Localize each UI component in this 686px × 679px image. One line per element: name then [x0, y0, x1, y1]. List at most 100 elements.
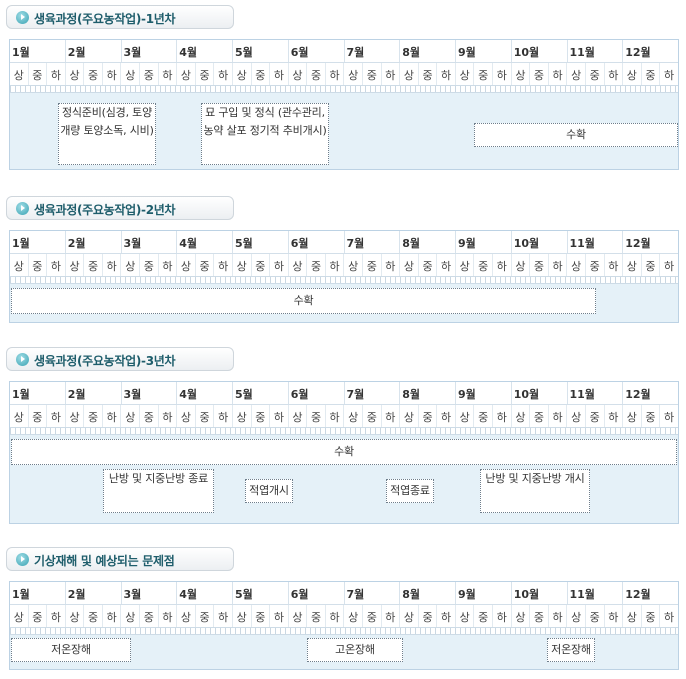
period-cell: 상: [121, 605, 141, 627]
period-cell: 중: [252, 405, 271, 427]
period-cell: 상: [400, 254, 419, 276]
period-cell: 중: [29, 405, 48, 427]
period-cell: 하: [605, 405, 624, 427]
period-cell: 하: [493, 254, 512, 276]
month-header-row: 1월 2월 3월 4월 5월 6월 7월 8월 9월 10월 11월 12월: [10, 382, 678, 405]
period-cell: 하: [47, 605, 66, 627]
period-cell: 상: [177, 405, 196, 427]
period-cell: 중: [252, 63, 271, 85]
month-header: 9월: [456, 40, 512, 62]
period-cell: 중: [252, 254, 271, 276]
period-cell: 상: [400, 63, 419, 85]
month-header: 12월: [625, 388, 651, 401]
month-header: 9월: [456, 231, 512, 253]
month-header: 12월: [625, 237, 651, 250]
section-title: 기상재해 및 예상되는 문제점: [34, 554, 175, 568]
period-cell: 상: [512, 63, 531, 85]
period-cell: 상: [10, 405, 29, 427]
period-cell: 중: [474, 254, 494, 276]
bullet-arrow-icon: [16, 202, 29, 215]
period-cell: 중: [363, 63, 382, 85]
month-header: 8월: [400, 582, 456, 604]
section-title-tab: 생육과정(주요농작업)-1년차: [6, 5, 234, 29]
section-title-tab: 기상재해 및 예상되는 문제점: [6, 547, 234, 571]
period-cell: 중: [530, 254, 549, 276]
period-cell: 상: [512, 405, 531, 427]
period-cell: 중: [140, 254, 159, 276]
period-cell: 중: [586, 63, 605, 85]
month-header: 8월: [400, 231, 456, 253]
period-cell: 중: [84, 63, 103, 85]
period-cell: 상: [289, 605, 308, 627]
period-cell: 하: [663, 411, 675, 424]
period-cell: 상: [66, 254, 85, 276]
month-header: 7월: [345, 40, 401, 62]
period-cell: 상: [623, 605, 642, 627]
period-cell: 중: [307, 605, 326, 627]
period-cell: 상: [567, 605, 586, 627]
period-cell: 하: [270, 254, 289, 276]
period-cell: 중: [530, 605, 549, 627]
period-cell: 중: [29, 605, 48, 627]
period-cell: 상: [233, 405, 252, 427]
period-cell: 중: [140, 63, 159, 85]
task-box: 묘 구입 및 정식 (관수관리, 농약 살포 정기적 추비개시): [201, 103, 329, 165]
period-cell: 상: [233, 605, 252, 627]
period-cell: 하: [214, 63, 233, 85]
period-cell: 상: [344, 605, 363, 627]
section-title-tab: 생육과정(주요농작업)-2년차: [6, 196, 234, 220]
task-box: 저온장해: [547, 638, 595, 662]
period-cell: 하: [159, 254, 178, 276]
period-cell: 중: [530, 405, 549, 427]
timeline-scale: [10, 276, 678, 284]
period-cell: 하: [214, 405, 233, 427]
month-header: 11월: [568, 382, 624, 404]
period-cell: 하: [270, 63, 289, 85]
month-header: 5월: [233, 582, 289, 604]
period-cell: 하: [549, 63, 568, 85]
schedule-table: 1월 2월 3월 4월 5월 6월 7월 8월 9월 10월 11월 12월 상중하상중하상중하상중하…: [9, 230, 679, 323]
period-cell: 상: [233, 254, 252, 276]
period-row: 상중하상중하상중하상중하상중하상중하상중하상중하상중하상중하상중하상중하: [10, 405, 678, 427]
period-cell: 하: [47, 405, 66, 427]
period-row: 상중하상중하상중하상중하상중하상중하상중하상중하상중하상중하상중하상중하: [10, 605, 678, 627]
period-cell: 상: [344, 254, 363, 276]
period-cell: 중: [419, 605, 438, 627]
period-cell: 하: [159, 605, 178, 627]
task-box: 저온장해: [11, 638, 131, 662]
period-cell: 하: [605, 605, 624, 627]
period-cell: 상: [177, 254, 196, 276]
period-cell: 하: [382, 254, 401, 276]
period-cell: 중: [642, 63, 661, 85]
period-cell: 상: [456, 254, 475, 276]
period-cell: 상: [233, 63, 252, 85]
period-cell: 상: [121, 63, 141, 85]
month-header: 4월: [177, 40, 233, 62]
period-cell: 상: [456, 605, 475, 627]
period-cell: 중: [363, 605, 382, 627]
period-cell: 중: [84, 405, 103, 427]
period-cell: 하: [493, 605, 512, 627]
month-header: 3월: [122, 40, 178, 62]
period-cell: 하: [214, 254, 233, 276]
period-cell: 중: [196, 405, 215, 427]
bullet-arrow-icon: [16, 553, 29, 566]
month-header: 10월: [512, 582, 568, 604]
period-cell: 하: [214, 605, 233, 627]
period-cell: 상: [344, 405, 363, 427]
month-header: 1월: [10, 231, 66, 253]
period-cell: 하: [663, 611, 675, 624]
task-box: 난방 및 지중난방 종료: [103, 469, 214, 513]
period-cell: 하: [103, 63, 122, 85]
bullet-arrow-icon: [16, 11, 29, 24]
period-cell: 상: [289, 63, 308, 85]
month-header: 8월: [400, 382, 456, 404]
period-row: 상중하상중하상중하상중하상중하상중하상중하상중하상중하상중하상중하상중하: [10, 254, 678, 276]
task-area: 수확: [10, 284, 678, 322]
section-title: 생육과정(주요농작업)-1년차: [34, 12, 176, 26]
month-header: 6월: [289, 382, 345, 404]
period-cell: 하: [270, 605, 289, 627]
task-box: 정식준비(심경, 토양개량 토양소독, 시비): [58, 103, 156, 165]
period-cell: 상: [567, 254, 586, 276]
period-cell: 하: [663, 69, 675, 82]
